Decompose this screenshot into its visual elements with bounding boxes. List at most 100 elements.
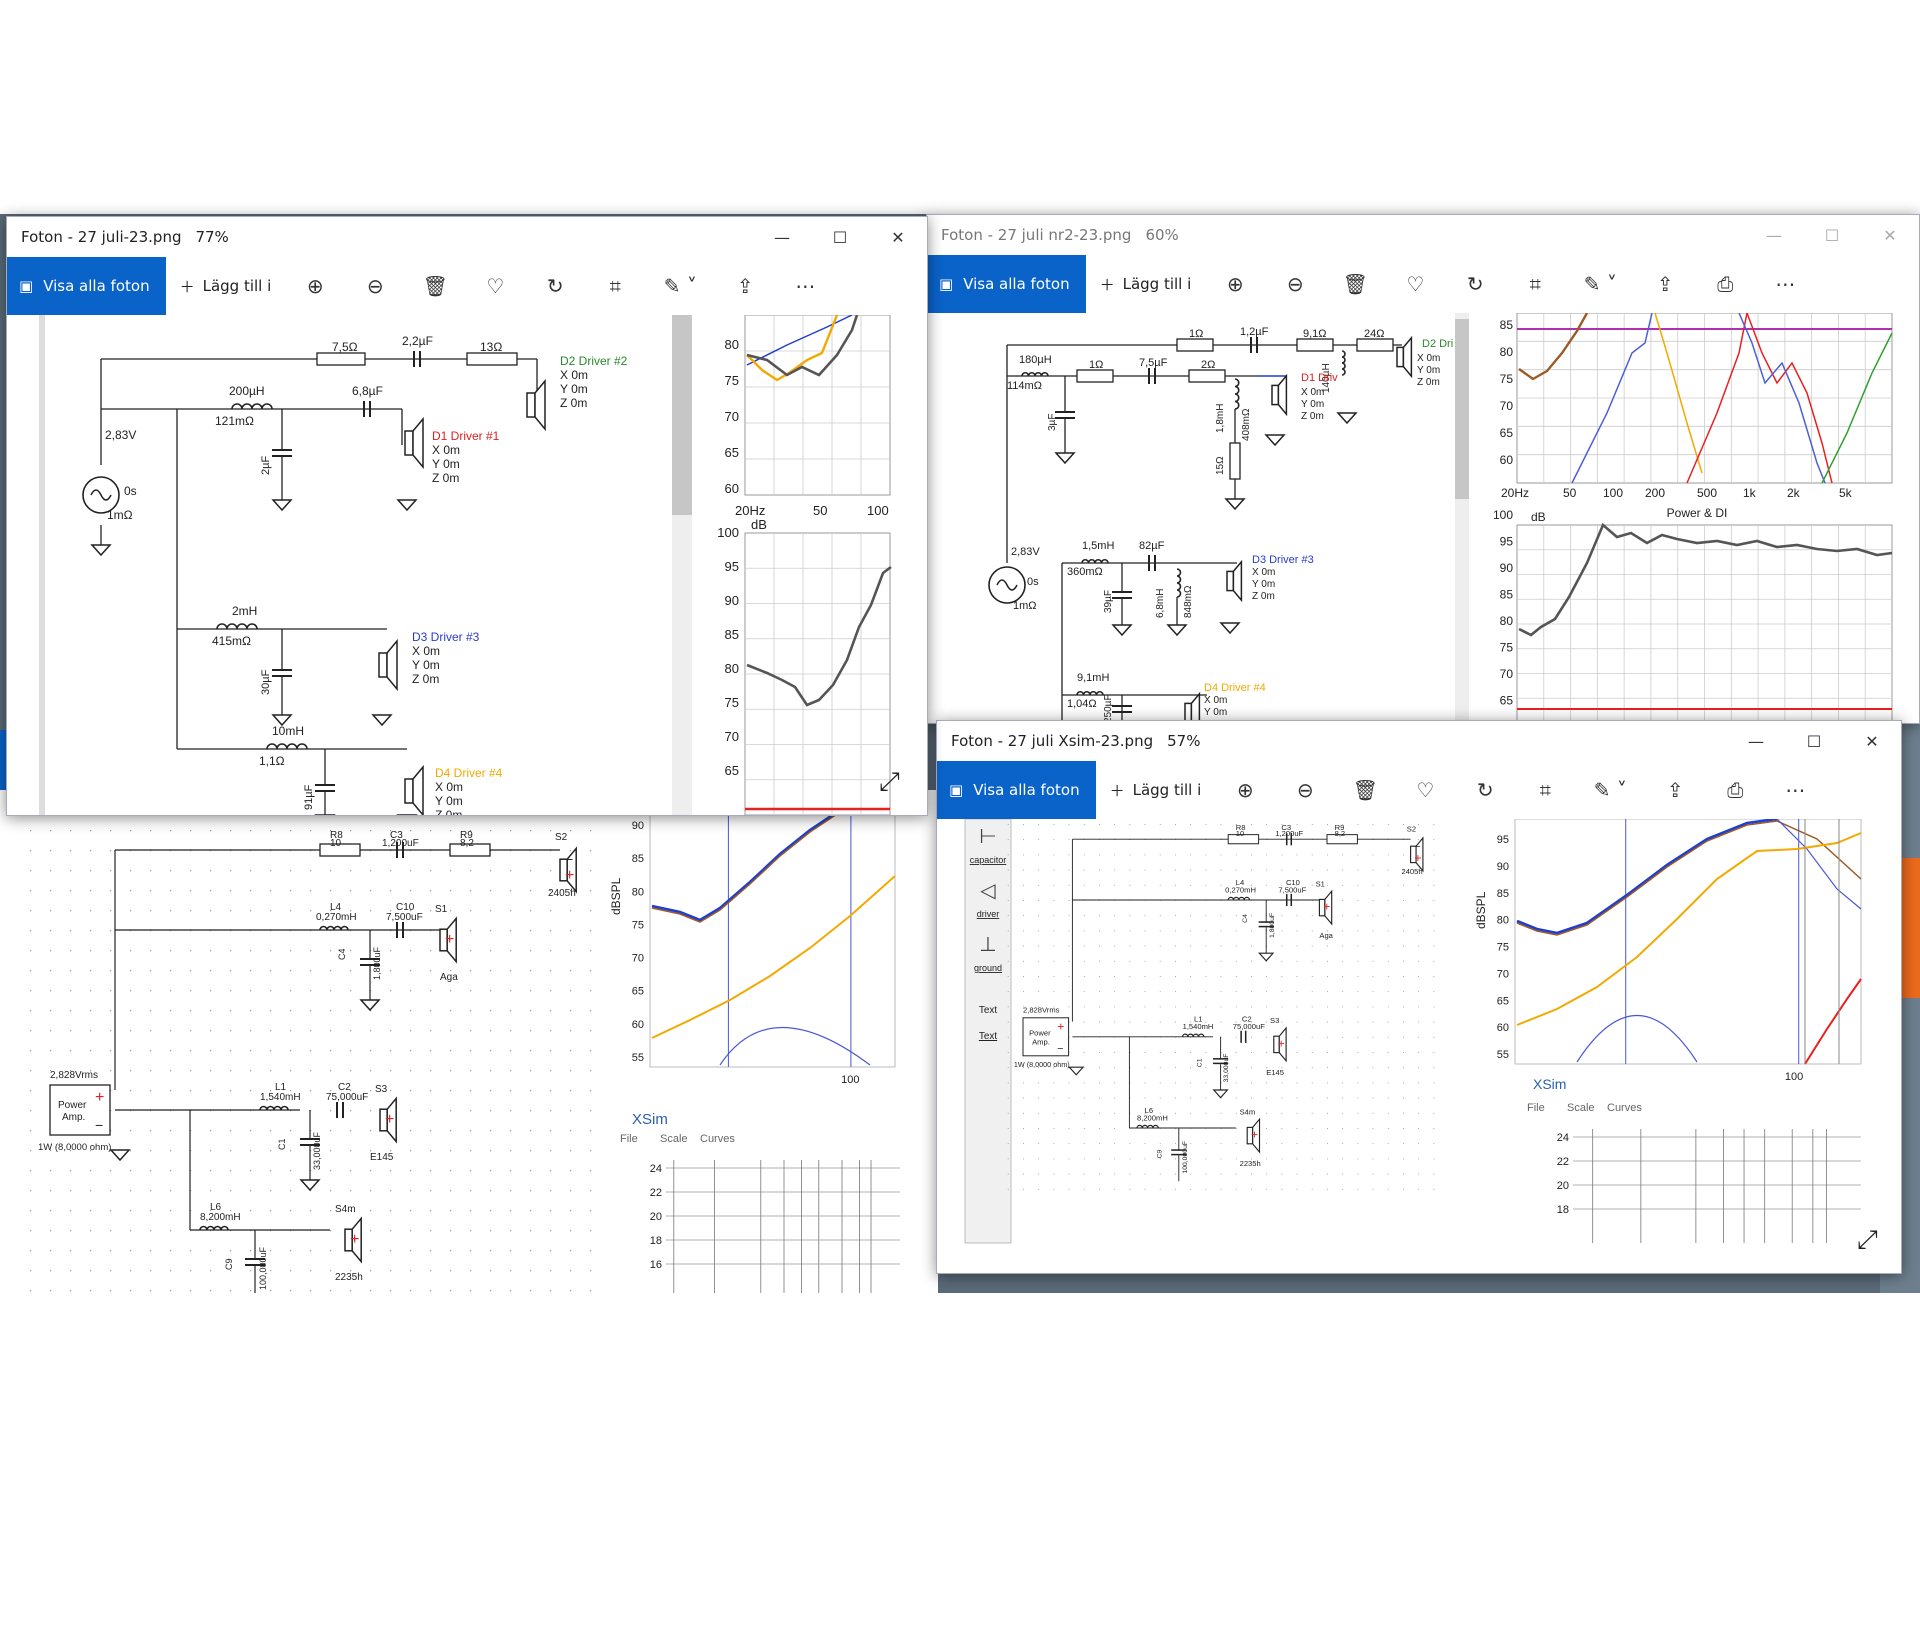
- minimize-button[interactable]: —: [753, 228, 811, 247]
- grid-dot: [350, 890, 352, 892]
- heart-icon[interactable]: ♡: [1385, 272, 1445, 296]
- trash-icon[interactable]: 🗑: [1335, 778, 1395, 802]
- grid-dot: [110, 1170, 112, 1172]
- grid-dot: [210, 910, 212, 912]
- grid-dot: [1372, 976, 1374, 977]
- grid-dot: [1311, 1006, 1313, 1008]
- grid-dot: [1311, 1067, 1313, 1069]
- grid-dot: [510, 990, 512, 992]
- close-button[interactable]: ✕: [1861, 226, 1919, 245]
- grid-dot: [210, 1070, 212, 1072]
- xsim-background-capture: R8 10 C3 1,200uF R9 8,2 S2 2405h − + L4 0,270mH C10 7…: [0, 790, 938, 1293]
- share-icon[interactable]: ⇪: [1635, 272, 1695, 296]
- grid-dot: [1023, 854, 1024, 856]
- print-icon[interactable]: ⎙: [1705, 778, 1765, 802]
- label: 2405h: [548, 888, 576, 899]
- view-all-photos-button[interactable]: ▣ Visa alla foton: [927, 255, 1086, 313]
- minimize-button[interactable]: —: [1727, 732, 1785, 751]
- view-all-photos-button[interactable]: ▣ Visa alla foton: [937, 761, 1096, 819]
- share-icon[interactable]: ⇪: [715, 274, 775, 298]
- view-all-photos-label: Visa alla foton: [963, 275, 1070, 293]
- x-tick: 50: [813, 503, 827, 518]
- grid-dot: [1327, 1188, 1328, 1190]
- grid-dot: [50, 1190, 52, 1192]
- grid-dot: [230, 890, 232, 892]
- driver3-speaker-icon: [378, 652, 388, 678]
- grid-dot: [1235, 1112, 1237, 1114]
- y-tick: 60: [1497, 1022, 1509, 1034]
- y-tick: 70: [632, 953, 644, 965]
- grid-dot: [30, 1210, 32, 1212]
- label: S1: [1316, 879, 1325, 888]
- zoom-in-icon[interactable]: ⊕: [1205, 272, 1265, 296]
- plus-sign: +: [1414, 851, 1421, 865]
- crop-icon[interactable]: ⌗: [585, 274, 645, 298]
- maximize-button[interactable]: ☐: [1803, 226, 1861, 245]
- crop-icon[interactable]: ⌗: [1515, 778, 1575, 802]
- more-icon[interactable]: ⋯: [1765, 778, 1825, 802]
- grid-dot: [1023, 945, 1024, 947]
- grid-dot: [170, 890, 172, 892]
- rotate-icon[interactable]: ↻: [1445, 272, 1505, 296]
- grid-dot: [1281, 1082, 1283, 1084]
- zoom-out-icon[interactable]: ⊖: [345, 274, 405, 298]
- fullscreen-icon[interactable]: ⤢: [1857, 1225, 1878, 1256]
- grid-dot: [1235, 915, 1237, 917]
- grid-dot: [1114, 1128, 1116, 1129]
- grid-dot: [1220, 1188, 1222, 1190]
- add-to-label: Lägg till i: [1132, 781, 1202, 799]
- grid-dot: [1357, 1097, 1359, 1099]
- edit-icon[interactable]: ✎ ˅: [1565, 272, 1635, 296]
- label: S3: [375, 1084, 388, 1095]
- grid-dot: [410, 1010, 412, 1012]
- edit-icon[interactable]: ✎ ˅: [1575, 778, 1645, 802]
- grid-dot: [530, 930, 532, 932]
- grid-dot: [1099, 1052, 1100, 1053]
- share-icon[interactable]: ⇪: [1645, 778, 1705, 802]
- more-icon[interactable]: ⋯: [775, 274, 835, 298]
- grid-dot: [1342, 1143, 1344, 1145]
- grid-dot: [1144, 1173, 1146, 1175]
- grid-dot: [1190, 1112, 1192, 1114]
- trash-icon[interactable]: 🗑: [405, 274, 465, 298]
- grid-dot: [70, 830, 72, 832]
- add-to-button[interactable]: ＋ Lägg till i: [1100, 274, 1192, 295]
- grid-dot: [1251, 991, 1252, 993]
- trash-icon[interactable]: 🗑: [1325, 272, 1385, 296]
- grid-dot: [1433, 1067, 1435, 1069]
- zoom-out-icon[interactable]: ⊖: [1275, 778, 1335, 802]
- grid-dot: [1372, 900, 1374, 901]
- edit-icon[interactable]: ✎ ˅: [645, 274, 715, 298]
- grid-dot: [90, 1050, 92, 1052]
- y-tick: 80: [1497, 915, 1509, 927]
- rotate-icon[interactable]: ↻: [1455, 778, 1515, 802]
- zoom-in-icon[interactable]: ⊕: [285, 274, 345, 298]
- grid-dot: [230, 1250, 232, 1252]
- grid-dot: [50, 1270, 52, 1272]
- palette-label: driver: [977, 909, 1000, 919]
- grid-dot: [310, 870, 312, 872]
- maximize-button[interactable]: ☐: [1785, 732, 1843, 751]
- zoom-out-icon[interactable]: ⊖: [1265, 272, 1325, 296]
- label: 1,540mH: [1183, 1022, 1214, 1031]
- add-to-button[interactable]: ＋ Lägg till i: [1110, 780, 1202, 801]
- grid-dot: [230, 1030, 232, 1032]
- zoom-level: 60%: [1145, 226, 1179, 244]
- minimize-button[interactable]: —: [1745, 226, 1803, 245]
- grid-dot: [1159, 960, 1161, 962]
- close-button[interactable]: ✕: [1843, 732, 1901, 751]
- more-icon[interactable]: ⋯: [1755, 272, 1815, 296]
- add-to-button[interactable]: ＋ Lägg till i: [180, 276, 272, 297]
- zoom-in-icon[interactable]: ⊕: [1215, 778, 1275, 802]
- grid-dot: [430, 970, 432, 972]
- close-button[interactable]: ✕: [869, 228, 927, 247]
- print-icon[interactable]: ⎙: [1695, 272, 1755, 296]
- view-all-photos-button[interactable]: ▣ Visa alla foton: [7, 257, 166, 315]
- heart-icon[interactable]: ♡: [1395, 778, 1455, 802]
- maximize-button[interactable]: ☐: [811, 228, 869, 247]
- crop-icon[interactable]: ⌗: [1505, 272, 1565, 296]
- rotate-icon[interactable]: ↻: [525, 274, 585, 298]
- fullscreen-icon[interactable]: ⤢: [879, 767, 900, 798]
- heart-icon[interactable]: ♡: [465, 274, 525, 298]
- grid-dot: [430, 890, 432, 892]
